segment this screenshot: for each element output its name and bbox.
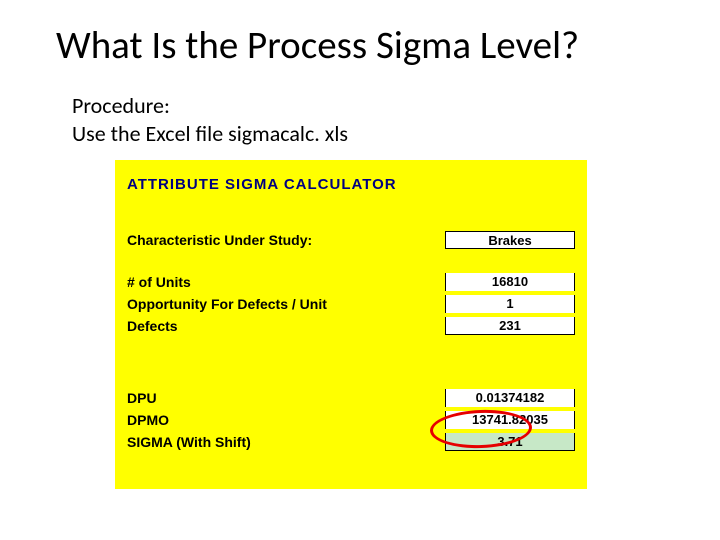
procedure-label: Procedure: [72, 92, 348, 120]
units-value: 16810 [445, 273, 575, 291]
units-label: # of Units [127, 274, 445, 290]
dpu-value: 0.01374182 [445, 389, 575, 407]
defects-label: Defects [127, 318, 445, 334]
dpmo-label: DPMO [127, 412, 445, 428]
characteristic-label: Characteristic Under Study: [127, 232, 445, 248]
opportunity-label: Opportunity For Defects / Unit [127, 296, 445, 312]
dpu-label: DPU [127, 390, 445, 406]
row-defects: Defects 231 [127, 315, 575, 337]
calculator-heading: ATTRIBUTE SIGMA CALCULATOR [127, 176, 575, 193]
row-opportunity: Opportunity For Defects / Unit 1 [127, 293, 575, 315]
slide-title: What Is the Process Sigma Level? [56, 22, 579, 69]
row-characteristic: Characteristic Under Study: Brakes [127, 229, 575, 251]
procedure-instruction: Use the Excel file sigmacalc. xls [72, 120, 348, 148]
characteristic-value: Brakes [445, 231, 575, 249]
body-text: Procedure: Use the Excel file sigmacalc.… [72, 92, 348, 147]
defects-value: 231 [445, 317, 575, 335]
row-dpu: DPU 0.01374182 [127, 387, 575, 409]
row-units: # of Units 16810 [127, 271, 575, 293]
sigma-label: SIGMA (With Shift) [127, 434, 445, 450]
opportunity-value: 1 [445, 295, 575, 313]
slide: What Is the Process Sigma Level? Procedu… [0, 0, 720, 540]
